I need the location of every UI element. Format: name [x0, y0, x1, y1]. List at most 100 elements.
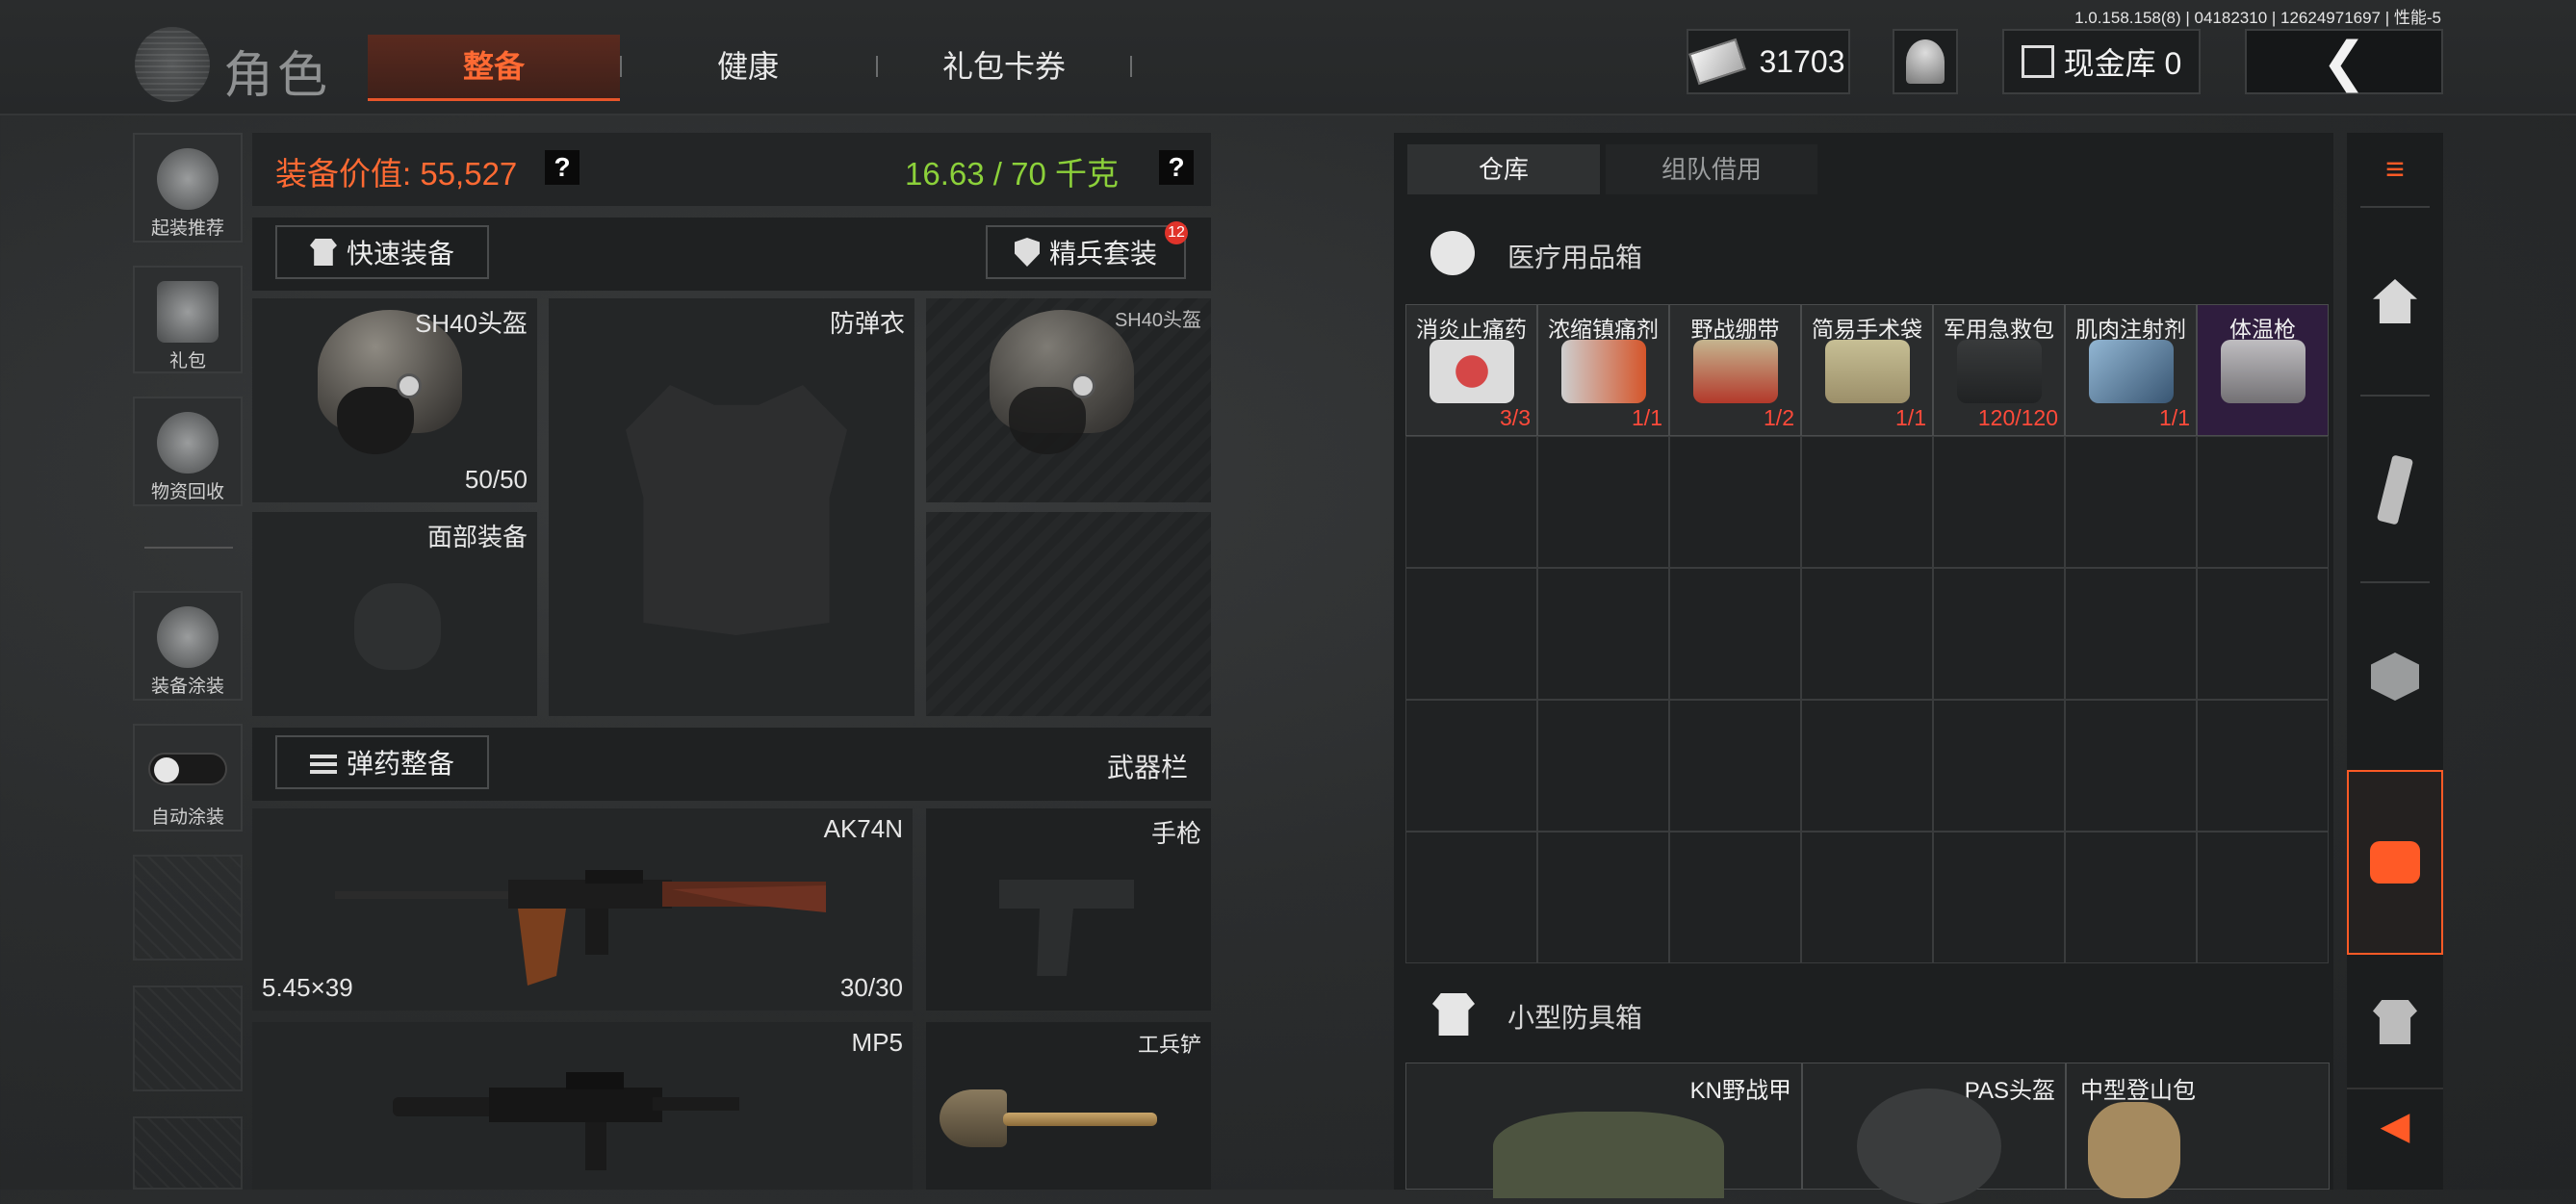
medical-item-name: 消炎止痛药 — [1416, 317, 1527, 342]
medical-item[interactable]: 肌肉注射剂 1/1 — [2065, 304, 2197, 436]
melee-slot[interactable]: 工兵铲 — [926, 1022, 1211, 1190]
shield-icon — [1014, 238, 1040, 267]
weapon-bar-label: 武器栏 — [1107, 753, 1189, 782]
currency-display[interactable]: 31703 — [1687, 29, 1850, 94]
tab-team-borrow[interactable]: 组队借用 — [1606, 144, 1817, 194]
medical-item[interactable]: 简易手术袋 1/1 — [1801, 304, 1933, 436]
helmet-visor — [1009, 387, 1086, 454]
empty-grid-cell[interactable] — [1801, 832, 1933, 963]
primary-weapon-slot[interactable]: AK74N 5.45×39 30/30 — [252, 808, 913, 1011]
empty-grid-cell[interactable] — [2065, 700, 2197, 832]
equipment-value: 装备价值: 55,527 — [275, 156, 518, 192]
character-button[interactable] — [1893, 29, 1958, 94]
empty-grid-cell[interactable] — [1405, 568, 1537, 700]
rail-divider — [2360, 581, 2430, 583]
medical-category-icon[interactable] — [2347, 770, 2443, 955]
vest-silhouette-icon — [626, 385, 847, 635]
armor-item-vest[interactable]: KN野战甲 — [1405, 1063, 1802, 1198]
category-all-icon[interactable]: ≡ — [2347, 133, 2443, 206]
empty-grid-cell[interactable] — [1801, 568, 1933, 700]
side-paint[interactable]: 装备涂装 — [133, 591, 243, 701]
pistol-slot[interactable]: 手枪 — [926, 808, 1211, 1011]
side-auto-paint[interactable]: 自动涂装 — [133, 724, 243, 832]
empty-grid-cell[interactable] — [2065, 436, 2197, 568]
paint-icon — [157, 606, 219, 668]
empty-grid-cell[interactable] — [2197, 832, 2329, 963]
armor-item-backpack[interactable]: 中型登山包 — [2066, 1063, 2330, 1198]
tab-health[interactable]: 健康 — [622, 35, 874, 98]
empty-grid-cell[interactable] — [1933, 700, 2065, 832]
version-text: 1.0.158.158(8) | 04182310 | 12624971697 … — [2074, 9, 2441, 27]
medical-item[interactable]: 浓缩镇痛剂 1/1 — [1537, 304, 1669, 436]
medical-item-name: 体温枪 — [2229, 317, 2296, 342]
empty-grid-cell[interactable] — [1405, 832, 1537, 963]
empty-grid-cell[interactable] — [1405, 700, 1537, 832]
empty-grid-cell[interactable] — [1537, 832, 1669, 963]
empty-grid-cell[interactable] — [1405, 436, 1537, 568]
empty-grid-cell[interactable] — [2065, 832, 2197, 963]
vault-icon — [2021, 45, 2054, 78]
secondary-weapon-name: MP5 — [851, 1028, 903, 1057]
primary-caliber: 5.45×39 — [262, 973, 353, 1002]
empty-grid-cell[interactable] — [1801, 436, 1933, 568]
tab-warehouse[interactable]: 仓库 — [1407, 144, 1600, 194]
recycle-icon — [157, 412, 219, 474]
shirt-icon — [309, 239, 337, 266]
side-item-label: 装备涂装 — [150, 677, 224, 697]
face-gear-slot[interactable]: 面部装备 — [252, 512, 537, 716]
medical-item-name: 浓缩镇痛剂 — [1548, 317, 1659, 342]
empty-grid-cell[interactable] — [1669, 700, 1801, 832]
medical-item-count: 120/120 — [1977, 405, 2058, 430]
side-gift[interactable]: 礼包 — [133, 266, 243, 373]
empty-grid-cell[interactable] — [1537, 436, 1669, 568]
medical-item[interactable]: 军用急救包 120/120 — [1933, 304, 2065, 436]
tab-equip[interactable]: 整备 — [368, 35, 620, 101]
collapse-arrow-icon[interactable]: ◀ — [2347, 1088, 2443, 1163]
side-recycle[interactable]: 物资回收 — [133, 397, 243, 506]
quick-equip-button[interactable]: 快速装备 — [275, 225, 489, 279]
empty-grid-cell[interactable] — [1537, 568, 1669, 700]
home-icon[interactable] — [2347, 210, 2443, 393]
secondary-weapon-slot[interactable]: MP5 — [252, 1022, 913, 1190]
shovel-handle — [1003, 1113, 1157, 1126]
empty-grid-cell[interactable] — [1537, 700, 1669, 832]
cash-vault-button[interactable]: 现金库 0 — [2002, 29, 2201, 94]
tab-gift-cards[interactable]: 礼包卡券 — [878, 35, 1130, 98]
empty-gear-slot[interactable] — [926, 512, 1211, 716]
weight-help-icon[interactable]: ? — [1159, 150, 1194, 185]
empty-grid-cell[interactable] — [1801, 700, 1933, 832]
ammo-box-icon[interactable] — [2347, 585, 2443, 768]
empty-grid-cell[interactable] — [2197, 568, 2329, 700]
empty-grid-cell[interactable] — [2197, 700, 2329, 832]
side-item-label: 自动涂装 — [150, 807, 224, 828]
helmet-cosmetic-name: SH40头盔 — [1114, 310, 1201, 331]
empty-grid-cell[interactable] — [2197, 436, 2329, 568]
empty-grid-cell[interactable] — [2065, 568, 2197, 700]
empty-grid-cell[interactable] — [1933, 568, 2065, 700]
elite-set-button[interactable]: 精兵套装 — [986, 225, 1186, 279]
medical-item-count: 3/3 — [1500, 405, 1531, 430]
helmet-grid-icon — [157, 148, 219, 210]
empty-grid-cell[interactable] — [1669, 568, 1801, 700]
side-recommend-loadout[interactable]: 起装推荐 — [133, 133, 243, 243]
empty-grid-cell[interactable] — [1669, 436, 1801, 568]
medical-item[interactable]: 体温枪 — [2197, 304, 2329, 436]
helmet-slot[interactable]: SH40头盔 50/50 — [252, 298, 537, 502]
helmet-cosmetic-slot[interactable]: SH40头盔 — [926, 298, 1211, 502]
ammo-prep-button[interactable]: 弹药整备 — [275, 735, 489, 789]
back-button[interactable]: ❮ — [2245, 29, 2443, 94]
value-help-icon[interactable]: ? — [545, 150, 580, 185]
medical-item[interactable]: 野战绷带 1/2 — [1669, 304, 1801, 436]
armor-item-helmet[interactable]: PAS头盔 — [1802, 1063, 2066, 1204]
gift-icon — [157, 281, 219, 343]
medical-item-count: 1/2 — [1764, 405, 1794, 430]
medical-item[interactable]: 消炎止痛药 3/3 — [1405, 304, 1537, 436]
empty-grid-cell[interactable] — [1933, 832, 2065, 963]
empty-grid-cell[interactable] — [1933, 436, 2065, 568]
magazine-icon[interactable] — [2347, 398, 2443, 581]
quick-equip-label: 快速装备 — [346, 239, 454, 269]
body-armor-slot[interactable]: 防弹衣 — [549, 298, 914, 716]
armor-category-icon[interactable] — [2347, 962, 2443, 1082]
toggle-switch[interactable] — [148, 753, 227, 785]
empty-grid-cell[interactable] — [1669, 832, 1801, 963]
